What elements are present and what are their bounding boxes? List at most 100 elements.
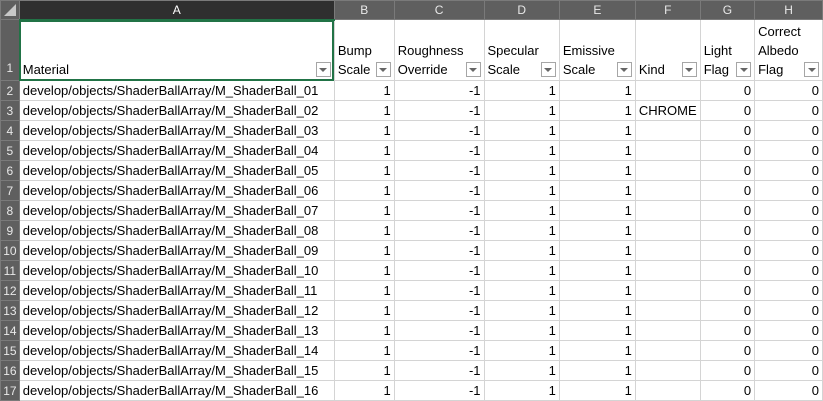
header-cell-bump-scale[interactable]: Bump Scale — [333, 19, 395, 81]
cell-roughness-override[interactable]: -1 — [393, 340, 485, 361]
header-cell-kind[interactable]: Kind — [634, 19, 701, 81]
cell-emissive-scale[interactable]: 1 — [558, 80, 636, 101]
cell-specular-scale[interactable]: 1 — [483, 160, 560, 181]
cell-specular-scale[interactable]: 1 — [483, 100, 560, 121]
row-header[interactable]: 8 — [0, 200, 20, 221]
cell-light-flag[interactable]: 0 — [699, 80, 756, 101]
cell-light-flag[interactable]: 0 — [699, 280, 756, 301]
column-header-f[interactable]: F — [634, 0, 701, 20]
cell-emissive-scale[interactable]: 1 — [558, 100, 636, 121]
cell-specular-scale[interactable]: 1 — [483, 220, 560, 241]
cell-specular-scale[interactable]: 1 — [483, 260, 560, 281]
cell-roughness-override[interactable]: -1 — [393, 200, 485, 221]
cell-specular-scale[interactable]: 1 — [483, 240, 560, 261]
cell-specular-scale[interactable]: 1 — [483, 360, 560, 381]
cell-bump-scale[interactable]: 1 — [333, 300, 395, 321]
cell-kind[interactable] — [634, 200, 701, 221]
cell-roughness-override[interactable]: -1 — [393, 140, 485, 161]
column-header-h[interactable]: H — [754, 0, 823, 20]
cell-material[interactable]: develop/objects/ShaderBallArray/M_Shader… — [18, 220, 335, 241]
column-header-b[interactable]: B — [333, 0, 395, 20]
cell-specular-scale[interactable]: 1 — [483, 180, 560, 201]
header-cell-light-flag[interactable]: Light Flag — [699, 19, 756, 81]
cell-specular-scale[interactable]: 1 — [483, 340, 560, 361]
cell-kind[interactable] — [634, 180, 701, 201]
cell-light-flag[interactable]: 0 — [699, 240, 756, 261]
cell-kind[interactable]: CHROME — [634, 100, 701, 121]
cell-correct-albedo-flag[interactable]: 0 — [754, 300, 823, 321]
cell-light-flag[interactable]: 0 — [699, 260, 756, 281]
cell-specular-scale[interactable]: 1 — [483, 320, 560, 341]
cell-specular-scale[interactable]: 1 — [483, 280, 560, 301]
filter-dropdown-icon[interactable] — [375, 62, 391, 77]
cell-bump-scale[interactable]: 1 — [333, 180, 395, 201]
cell-material[interactable]: develop/objects/ShaderBallArray/M_Shader… — [18, 120, 335, 141]
cell-specular-scale[interactable]: 1 — [483, 300, 560, 321]
cell-correct-albedo-flag[interactable]: 0 — [754, 320, 823, 341]
cell-bump-scale[interactable]: 1 — [333, 200, 395, 221]
cell-material[interactable]: develop/objects/ShaderBallArray/M_Shader… — [18, 140, 335, 161]
cell-correct-albedo-flag[interactable]: 0 — [754, 160, 823, 181]
cell-kind[interactable] — [634, 320, 701, 341]
cell-correct-albedo-flag[interactable]: 0 — [754, 340, 823, 361]
cell-roughness-override[interactable]: -1 — [393, 80, 485, 101]
cell-correct-albedo-flag[interactable]: 0 — [754, 380, 823, 401]
cell-correct-albedo-flag[interactable]: 0 — [754, 80, 823, 101]
cell-emissive-scale[interactable]: 1 — [558, 340, 636, 361]
cell-emissive-scale[interactable]: 1 — [558, 120, 636, 141]
row-header[interactable]: 14 — [0, 320, 20, 341]
cell-emissive-scale[interactable]: 1 — [558, 380, 636, 401]
cell-light-flag[interactable]: 0 — [699, 160, 756, 181]
cell-kind[interactable] — [634, 220, 701, 241]
cell-specular-scale[interactable]: 1 — [483, 120, 560, 141]
cell-light-flag[interactable]: 0 — [699, 380, 756, 401]
filter-dropdown-icon[interactable] — [616, 62, 632, 77]
cell-material[interactable]: develop/objects/ShaderBallArray/M_Shader… — [18, 320, 335, 341]
cell-material[interactable]: develop/objects/ShaderBallArray/M_Shader… — [18, 360, 335, 381]
cell-light-flag[interactable]: 0 — [699, 100, 756, 121]
cell-material[interactable]: develop/objects/ShaderBallArray/M_Shader… — [18, 380, 335, 401]
cell-kind[interactable] — [634, 240, 701, 261]
column-header-d[interactable]: D — [483, 0, 560, 20]
cell-light-flag[interactable]: 0 — [699, 320, 756, 341]
row-header[interactable]: 9 — [0, 220, 20, 241]
cell-kind[interactable] — [634, 140, 701, 161]
row-header[interactable]: 10 — [0, 240, 20, 261]
cell-specular-scale[interactable]: 1 — [483, 380, 560, 401]
cell-correct-albedo-flag[interactable]: 0 — [754, 360, 823, 381]
cell-material[interactable]: develop/objects/ShaderBallArray/M_Shader… — [18, 100, 335, 121]
row-header[interactable]: 1 — [0, 19, 20, 81]
cell-kind[interactable] — [634, 340, 701, 361]
cell-roughness-override[interactable]: -1 — [393, 100, 485, 121]
header-cell-emissive-scale[interactable]: Emissive Scale — [558, 19, 636, 81]
filter-dropdown-icon[interactable] — [804, 62, 819, 77]
column-header-c[interactable]: C — [393, 0, 485, 20]
cell-correct-albedo-flag[interactable]: 0 — [754, 260, 823, 281]
cell-roughness-override[interactable]: -1 — [393, 180, 485, 201]
header-cell-correct-albedo-flag[interactable]: Correct Albedo Flag — [754, 19, 823, 81]
row-header[interactable]: 4 — [0, 120, 20, 141]
cell-emissive-scale[interactable]: 1 — [558, 260, 636, 281]
column-header-a[interactable]: A — [18, 0, 335, 21]
cell-emissive-scale[interactable]: 1 — [558, 200, 636, 221]
cell-bump-scale[interactable]: 1 — [333, 320, 395, 341]
cell-bump-scale[interactable]: 1 — [333, 260, 395, 281]
cell-correct-albedo-flag[interactable]: 0 — [754, 180, 823, 201]
cell-material[interactable]: develop/objects/ShaderBallArray/M_Shader… — [18, 180, 335, 201]
filter-dropdown-icon[interactable] — [465, 62, 481, 77]
cell-roughness-override[interactable]: -1 — [393, 160, 485, 181]
row-header[interactable]: 3 — [0, 100, 20, 121]
row-header[interactable]: 5 — [0, 140, 20, 161]
filter-dropdown-icon[interactable] — [681, 62, 697, 77]
cell-kind[interactable] — [634, 360, 701, 381]
cell-emissive-scale[interactable]: 1 — [558, 300, 636, 321]
cell-material[interactable]: develop/objects/ShaderBallArray/M_Shader… — [18, 340, 335, 361]
cell-kind[interactable] — [634, 280, 701, 301]
row-header[interactable]: 6 — [0, 160, 20, 181]
select-all-button[interactable] — [0, 0, 20, 20]
header-cell-specular-scale[interactable]: Specular Scale — [483, 19, 560, 81]
column-header-e[interactable]: E — [558, 0, 636, 20]
cell-correct-albedo-flag[interactable]: 0 — [754, 240, 823, 261]
cell-specular-scale[interactable]: 1 — [483, 140, 560, 161]
cell-specular-scale[interactable]: 1 — [483, 200, 560, 221]
